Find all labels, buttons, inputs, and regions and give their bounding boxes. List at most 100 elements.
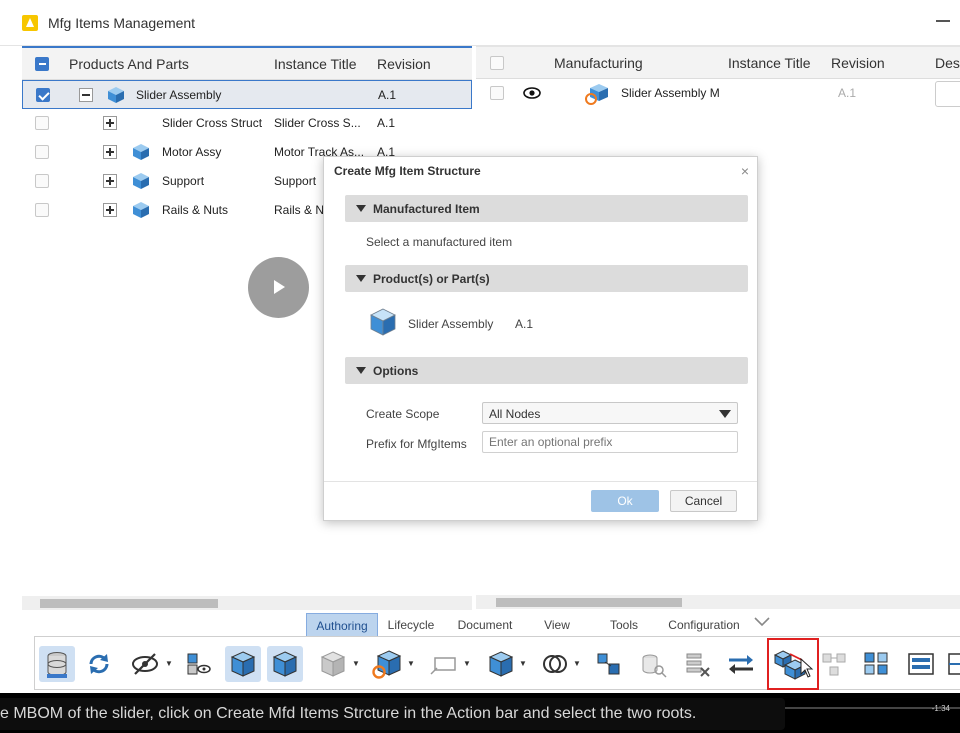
manufacturing-grid-header: Manufacturing Instance Title Revision De… (476, 47, 960, 79)
mfg-row[interactable]: Slider Assembly M A.1 (476, 79, 960, 108)
hide-show-icon[interactable] (127, 646, 163, 682)
ok-button[interactable]: Ok (591, 490, 659, 512)
tab-view[interactable]: View (537, 613, 577, 637)
create-scope-select[interactable]: All Nodes (482, 402, 738, 424)
revision: A.1 (838, 86, 857, 100)
create-scope-value: All Nodes (489, 407, 541, 421)
delete-list-icon[interactable] (679, 646, 715, 682)
mfg-item-tool-icon[interactable] (369, 646, 405, 682)
cube-filter-icon[interactable] (267, 646, 303, 682)
title-bar: Mfg Items Management (0, 0, 960, 46)
scroll-thumb[interactable] (496, 598, 682, 607)
minimize-icon[interactable] (936, 12, 950, 26)
section-products-or-parts[interactable]: Product(s) or Part(s) (345, 265, 748, 292)
product-name: Slider Cross Struct (162, 116, 263, 130)
column-header-revision[interactable]: Revision (831, 55, 885, 71)
part-cube-icon (133, 202, 149, 218)
prefix-label: Prefix for MfgItems (366, 437, 467, 451)
gray-structure-icon[interactable] (817, 646, 853, 682)
column-header-instance-title[interactable]: Instance Title (274, 56, 357, 72)
dropdown-indicator-icon[interactable]: ▼ (573, 659, 581, 668)
close-icon[interactable]: × (741, 163, 749, 179)
eye-icon[interactable] (523, 87, 541, 99)
column-header-description[interactable]: Des (935, 55, 960, 71)
create-mfg-item-structure-dialog: Create Mfg Item Structure × Manufactured… (323, 156, 758, 521)
tab-configuration[interactable]: Configuration (664, 613, 744, 637)
tab-lifecycle[interactable]: Lifecycle (380, 613, 442, 637)
select-all-checkbox[interactable] (490, 56, 504, 70)
manufactured-item-hint[interactable]: Select a manufactured item (366, 235, 512, 249)
prefix-input[interactable] (482, 431, 738, 453)
dropdown-indicator-icon[interactable]: ▼ (463, 659, 471, 668)
expand-icon[interactable] (103, 145, 117, 159)
collapse-icon[interactable] (79, 88, 93, 102)
right-horizontal-scrollbar[interactable] (476, 595, 960, 609)
cancel-button[interactable]: Cancel (670, 490, 737, 512)
column-header-manufacturing[interactable]: Manufacturing (554, 55, 643, 71)
app-title: Mfg Items Management (48, 15, 196, 31)
product-name: Slider Assembly (136, 88, 222, 102)
cube-select-icon[interactable] (225, 646, 261, 682)
assembly-cube-icon (108, 87, 124, 103)
video-time: -1:34 (931, 704, 950, 713)
gray-cube-icon[interactable] (315, 646, 351, 682)
video-caption: e MBOM of the slider, click on Create Mf… (0, 698, 785, 730)
select-all-checkbox[interactable] (35, 57, 49, 71)
grid-layout-icon[interactable] (943, 646, 960, 682)
expand-icon[interactable] (103, 174, 117, 188)
tree-row[interactable]: Slider Assembly A.1 (22, 80, 472, 109)
create-scope-label: Create Scope (366, 407, 440, 421)
column-header-products[interactable]: Products And Parts (69, 56, 189, 72)
visibility-filter-icon[interactable] (179, 646, 215, 682)
expand-icon[interactable] (103, 203, 117, 217)
search-document-icon[interactable] (635, 646, 671, 682)
section-options[interactable]: Options (345, 357, 748, 384)
dialog-footer-divider (324, 481, 757, 482)
link-rings-icon[interactable] (537, 646, 573, 682)
dropdown-indicator-icon[interactable]: ▼ (352, 659, 360, 668)
row-checkbox[interactable] (36, 88, 50, 102)
tree-row[interactable]: Slider Cross Struct Slider Cross S... A.… (22, 109, 472, 138)
instance-title: Support (274, 174, 317, 188)
dialog-title: Create Mfg Item Structure (334, 164, 481, 178)
multi-cube-icon[interactable] (859, 646, 895, 682)
row-checkbox[interactable] (35, 145, 49, 159)
left-horizontal-scrollbar[interactable] (22, 596, 472, 610)
structure-cube-icon[interactable] (483, 646, 519, 682)
mouse-cursor-icon (800, 658, 814, 678)
part-cube-icon (133, 144, 149, 160)
dropdown-arrow-icon (719, 410, 731, 418)
row-checkbox[interactable] (35, 116, 49, 130)
collapse-triangle-icon (356, 367, 366, 374)
tab-document[interactable]: Document (449, 613, 521, 637)
tab-authoring[interactable]: Authoring (306, 613, 378, 637)
row-checkbox[interactable] (35, 174, 49, 188)
products-grid-header: Products And Parts Instance Title Revisi… (22, 48, 472, 80)
mfg-item-name: Slider Assembly M (621, 86, 720, 100)
assign-tool-icon[interactable] (427, 646, 463, 682)
section-label: Options (373, 364, 419, 378)
column-header-instance-title[interactable]: Instance Title (728, 55, 811, 71)
collapse-action-bar-chevron-icon[interactable] (754, 617, 770, 627)
product-revision: A.1 (515, 317, 534, 331)
refresh-icon[interactable] (81, 646, 117, 682)
scroll-thumb[interactable] (40, 599, 218, 608)
expand-icon[interactable] (103, 116, 117, 130)
app-logo-icon (22, 15, 38, 31)
dropdown-indicator-icon[interactable]: ▼ (519, 659, 527, 668)
dropdown-indicator-icon[interactable]: ▼ (165, 659, 173, 668)
section-manufactured-item[interactable]: Manufactured Item (345, 195, 748, 222)
database-tool-icon[interactable] (39, 646, 75, 682)
dropdown-indicator-icon[interactable]: ▼ (407, 659, 415, 668)
section-label: Product(s) or Part(s) (373, 272, 490, 286)
description-field[interactable] (935, 81, 960, 107)
video-play-button[interactable] (248, 257, 309, 318)
row-checkbox[interactable] (490, 86, 504, 100)
panel-layout-icon[interactable] (903, 646, 939, 682)
column-header-revision[interactable]: Revision (377, 56, 431, 72)
product-name: Support (162, 174, 205, 188)
scope-link-icon[interactable] (591, 646, 627, 682)
swap-arrows-icon[interactable] (723, 646, 759, 682)
tab-tools[interactable]: Tools (602, 613, 646, 637)
row-checkbox[interactable] (35, 203, 49, 217)
